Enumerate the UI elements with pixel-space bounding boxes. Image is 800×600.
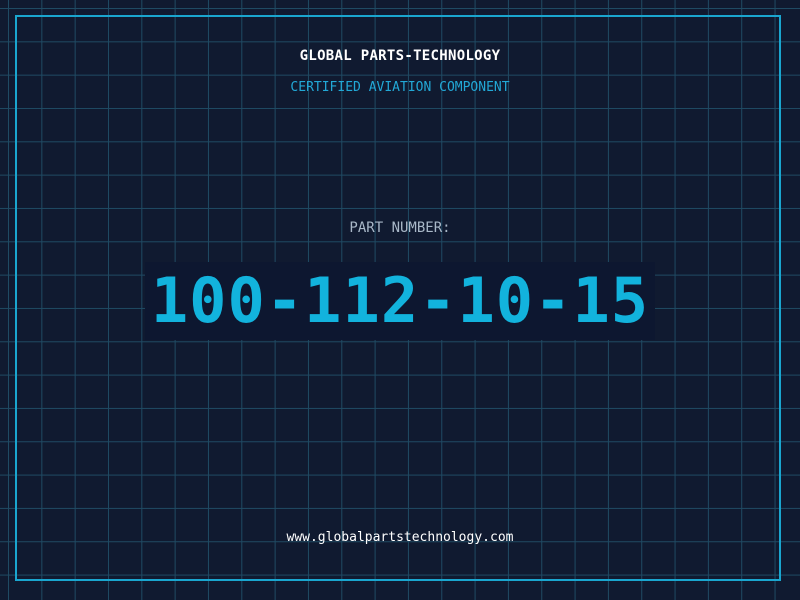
part-number-container: 100-112-10-15 [0, 262, 800, 340]
certification-text: CERTIFIED AVIATION COMPONENT [290, 80, 510, 95]
part-number: 100-112-10-15 [144, 262, 656, 340]
part-number-label: PART NUMBER: [349, 220, 451, 236]
website-url: www.globalpartstechnology.com [286, 530, 514, 545]
company-name: GLOBAL PARTS-TECHNOLOGY [299, 48, 501, 64]
